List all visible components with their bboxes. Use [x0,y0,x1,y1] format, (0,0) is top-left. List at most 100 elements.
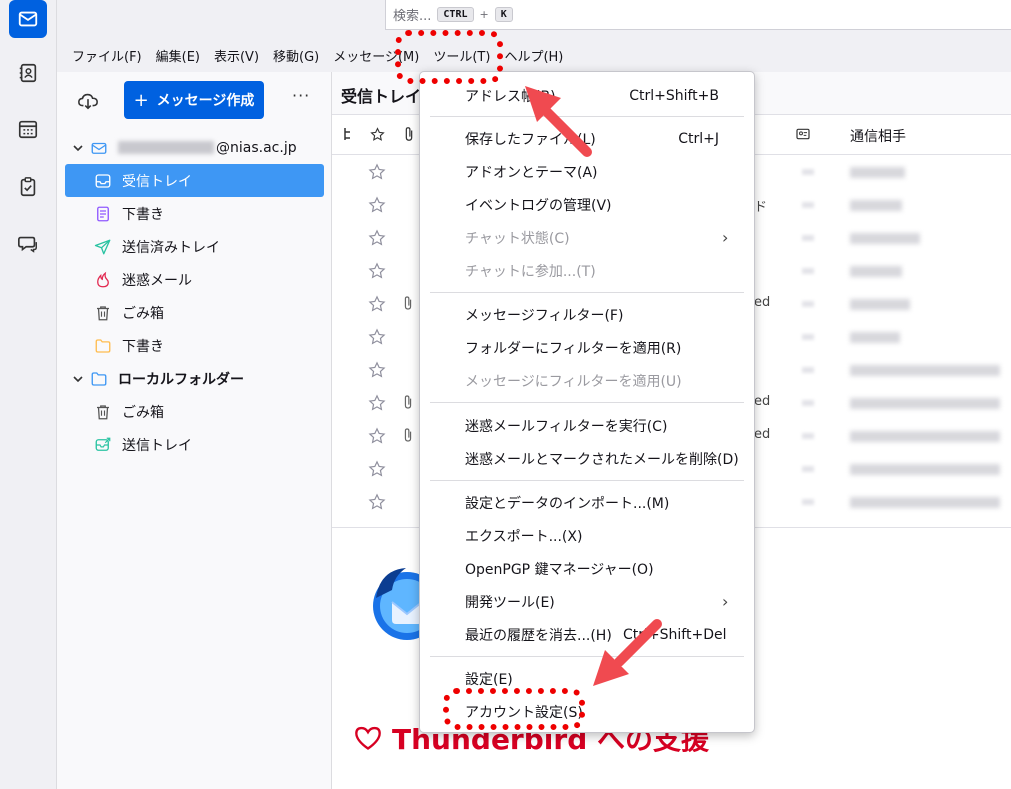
mail-space-button[interactable] [9,0,47,38]
star-icon[interactable] [368,262,386,280]
menu-item-apply-filters-folder[interactable]: フォルダーにフィルターを適用(R) [420,331,754,364]
folder-label: 受信トレイ [122,173,192,190]
menu-help[interactable]: ヘルプ(H) [497,44,570,72]
trash-icon [93,402,113,422]
tasks-space-button[interactable] [9,168,47,206]
star-icon[interactable] [368,427,386,445]
thread-column-icon[interactable] [340,125,358,143]
read-status-dot [802,169,814,175]
calendar-space-button[interactable] [9,110,47,148]
menu-item-saved-files[interactable]: 保存したファイル(L) Ctrl+J [420,122,754,155]
calendar-icon [18,120,38,139]
menu-item-run-junk-controls[interactable]: 迷惑メールフィルターを実行(C) [420,409,754,442]
tasks-icon [20,177,36,197]
menu-separator [430,116,744,117]
chevron-right-icon: › [722,228,729,247]
attachment-icon [404,296,412,310]
chevron-down-icon[interactable] [71,142,85,154]
correspondent-redacted [850,233,920,244]
read-status-dot [802,202,814,208]
menu-message[interactable]: メッセージ(M) [326,44,426,72]
star-icon[interactable] [368,229,386,247]
attachment-icon [404,395,412,409]
menu-item-activity-manager[interactable]: イベントログの管理(V) [420,188,754,221]
local-folder-trash[interactable]: ごみ箱 [65,395,324,428]
correspondent-column-icon[interactable] [794,125,812,143]
spaces-toolbar [0,0,57,789]
folder-label: ごみ箱 [122,305,164,322]
menu-item-message-filters[interactable]: メッセージフィルター(F) [420,298,754,331]
menu-tools[interactable]: ツール(T) [426,44,497,72]
account-mail-icon [89,138,109,158]
read-status-dot [802,268,814,274]
star-icon[interactable] [368,493,386,511]
local-folders-row[interactable]: ローカルフォルダー [65,362,324,395]
menu-item-addons[interactable]: アドオンとテーマ(A) [420,155,754,188]
menu-item-address-book[interactable]: アドレス帳(B) Ctrl+Shift+B [420,79,754,112]
key-plus: + [479,8,489,21]
folder-sent[interactable]: 送信済みトレイ [65,230,324,263]
menu-item-label: メッセージフィルター(F) [465,307,624,324]
attachment-column-icon[interactable] [400,125,418,143]
correspondent-redacted [850,332,900,343]
menu-item-account-settings[interactable]: アカウント設定(S) [420,695,754,728]
menu-view[interactable]: 表示(V) [207,44,266,72]
folder-pane-menu-button[interactable]: ··· [292,86,310,105]
chevron-down-icon[interactable] [71,373,85,385]
star-icon[interactable] [368,460,386,478]
outbox-icon [93,435,113,455]
menu-item-delete-junk[interactable]: 迷惑メールとマークされたメールを削除(D) [420,442,754,475]
local-folder-outbox[interactable]: 送信トレイ [65,428,324,461]
menu-item-label: 迷惑メールとマークされたメールを削除(D) [465,451,739,468]
folder-label: 下書き [122,338,164,355]
star-icon[interactable] [368,295,386,313]
address-book-space-button[interactable] [9,54,47,92]
read-status-dot [802,433,814,439]
read-status-dot [802,499,814,505]
menu-item-clear-history[interactable]: 最近の履歴を消去...(H) Ctrl+Shift+Del [420,618,754,651]
menu-item-apply-filters-message: メッセージにフィルターを適用(U) [420,364,754,397]
folder-drafts-2[interactable]: 下書き [65,329,324,362]
menu-item-label: アドレス帳(B) [465,88,556,105]
menu-item-shortcut: Ctrl+Shift+Del [623,626,727,643]
address-book-icon [19,63,37,83]
correspondent-column-header[interactable]: 通信相手 [850,126,906,146]
folder-trash[interactable]: ごみ箱 [65,296,324,329]
star-icon[interactable] [368,196,386,214]
cloud-download-icon [78,93,98,110]
search-box[interactable]: 検索... CTRL + K [385,0,1011,30]
menu-edit[interactable]: 編集(E) [149,44,207,72]
menu-file[interactable]: ファイル(F) [65,44,149,72]
menu-item-dev-tools[interactable]: 開発ツール(E) › [420,585,754,618]
star-icon[interactable] [368,394,386,412]
subject-fragment: ed [754,427,771,442]
menu-item-openpgp[interactable]: OpenPGP 鍵マネージャー(O) [420,552,754,585]
drafts-icon [93,204,113,224]
k-key-hint: K [494,7,513,22]
chevron-right-icon: › [722,592,729,611]
read-status-dot [802,466,814,472]
compose-button[interactable]: + メッセージ作成 [124,81,264,119]
star-icon[interactable] [368,163,386,181]
folder-drafts[interactable]: 下書き [65,197,324,230]
correspondent-redacted [850,266,902,277]
star-icon[interactable] [368,361,386,379]
menu-item-settings[interactable]: 設定(E) [420,662,754,695]
star-column-icon[interactable] [368,125,386,143]
menu-item-import[interactable]: 設定とデータのインポート...(M) [420,486,754,519]
title-bar: 検索... CTRL + K [57,0,1011,44]
menu-go[interactable]: 移動(G) [266,44,326,72]
folder-junk[interactable]: 迷惑メール [65,263,324,296]
menu-item-label: 設定とデータのインポート...(M) [465,495,670,512]
get-messages-button[interactable] [77,90,99,112]
account-row[interactable]: @nias.ac.jp [65,131,324,164]
menu-item-label: 開発ツール(E) [465,594,555,611]
menu-item-label: 設定(E) [465,671,513,688]
menu-item-label: アカウント設定(S) [465,704,583,721]
chat-space-button[interactable] [9,225,47,263]
folder-inbox[interactable]: 受信トレイ [65,164,324,197]
menu-item-label: チャットに参加...(T) [465,263,596,280]
subject-fragment: ド [754,200,768,215]
star-icon[interactable] [368,328,386,346]
menu-item-export[interactable]: エクスポート...(X) [420,519,754,552]
